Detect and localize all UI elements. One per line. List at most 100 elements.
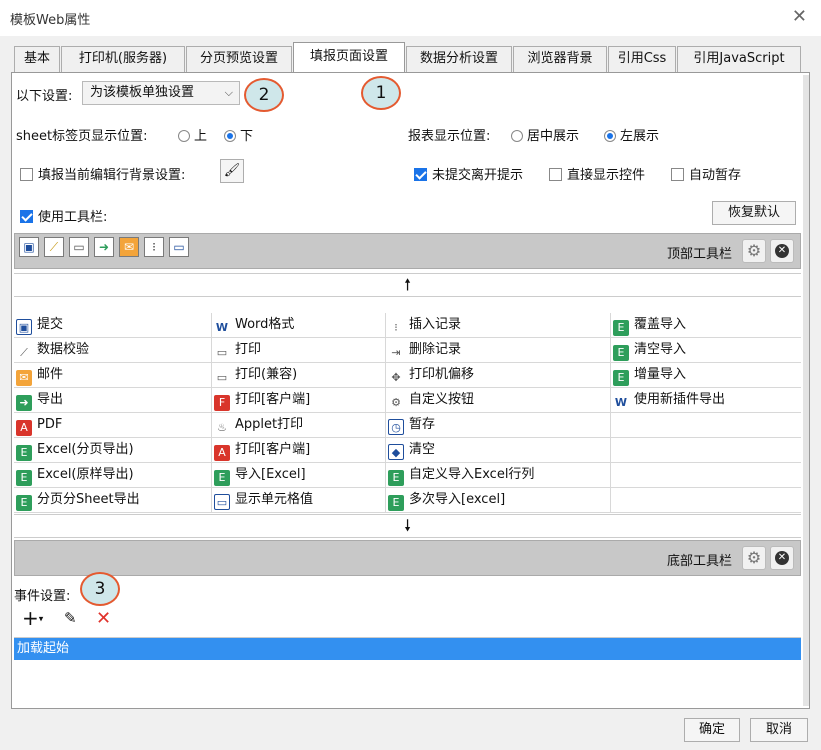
printer-icon: ▭ (216, 371, 228, 384)
tab-page-preview[interactable]: 分页预览设置 (186, 46, 292, 72)
row-background-checkbox[interactable]: 填报当前编辑行背景设置: (20, 164, 185, 183)
toolbar-option[interactable]: ➜ 导出 (14, 388, 211, 412)
pencil-icon: ✎ (64, 609, 77, 627)
toolbar-option[interactable]: A 打印[客户端] (211, 438, 385, 462)
vertical-scrollbar[interactable] (803, 75, 809, 706)
checkbox-label: 填报当前编辑行背景设置: (38, 168, 186, 183)
checkbox-checked-icon (414, 168, 427, 181)
toolbar-option[interactable]: ⟋ 数据校验 (14, 338, 211, 362)
toolbar-option-label: 删除记录 (409, 342, 462, 357)
use-toolbar-checkbox[interactable]: 使用工具栏: (20, 206, 107, 225)
bottom-toolbar-remove-button[interactable]: ✕ (770, 546, 794, 570)
toolbar-option[interactable]: E Excel(原样导出) (14, 463, 211, 487)
delete-row-icon: ⇥ (391, 346, 401, 359)
excel-icon: E (388, 495, 404, 511)
toolbar-option[interactable]: E 增量导入 (610, 363, 801, 387)
toolbar-option[interactable]: ◷ 暂存 (385, 413, 610, 437)
ok-button[interactable]: 确定 (684, 718, 740, 742)
toolbar-option[interactable]: E 导入[Excel] (211, 463, 385, 487)
arrow-up-icon: 🠕 (404, 275, 411, 294)
edit-event-button[interactable]: ✎ (64, 609, 77, 627)
toolbar-option[interactable]: ♨ Applet打印 (211, 413, 385, 437)
insert-row-icon[interactable]: ⁝ (144, 237, 164, 257)
toolbar-option[interactable]: ▣ 提交 (14, 313, 211, 337)
export-icon[interactable]: ➜ (94, 237, 114, 257)
toolbar-option[interactable]: ✉ 邮件 (14, 363, 211, 387)
printer-icon[interactable]: ▭ (69, 237, 89, 257)
tab-browser-background[interactable]: 浏览器背景 (513, 46, 607, 72)
report-center-radio[interactable]: 居中展示 (511, 125, 579, 144)
checkbox-label: 直接显示控件 (567, 168, 646, 183)
toolbar-option[interactable]: ◆ 清空 (385, 438, 610, 462)
toolbar-option-label: 导入[Excel] (235, 467, 306, 482)
tab-data-analysis[interactable]: 数据分析设置 (406, 46, 512, 72)
toolbar-option[interactable]: E 分页分Sheet导出 (14, 488, 211, 512)
toolbar-option[interactable]: ▭ 打印(兼容) (211, 363, 385, 387)
grid-row: A PDF ♨ Applet打印 ◷ 暂存 (14, 413, 801, 438)
toolbar-option[interactable]: E Excel(分页导出) (14, 438, 211, 462)
save-icon[interactable]: ▣ (19, 237, 39, 257)
toolbar-option[interactable]: ⁝ 插入记录 (385, 313, 610, 337)
report-left-radio[interactable]: 左展示 (604, 125, 659, 144)
tab-ref-javascript[interactable]: 引用JavaScript (677, 46, 801, 72)
toolbar-option[interactable]: E 自定义导入Excel行列 (385, 463, 610, 487)
unsubmitted-prompt-checkbox[interactable]: 未提交离开提示 (414, 164, 523, 183)
settings-mode-select[interactable]: 为该模板单独设置 ⌵ (82, 81, 240, 105)
grid-row: E 分页分Sheet导出 ▭ 显示单元格值 E 多次导入[excel] (14, 488, 801, 513)
sheet-position-top-radio[interactable]: 上 (178, 125, 207, 144)
move-icon: ✥ (391, 371, 401, 384)
tab-ref-css[interactable]: 引用Css (608, 46, 676, 72)
restore-default-button[interactable]: 恢复默认 (712, 201, 796, 225)
toolbar-option[interactable]: ⇥ 删除记录 (385, 338, 610, 362)
move-down-row[interactable]: 🠗 (14, 514, 801, 538)
close-circle-icon: ✕ (775, 244, 789, 258)
show-controls-checkbox[interactable]: 直接显示控件 (549, 164, 645, 183)
mail-icon[interactable]: ✉ (119, 237, 139, 257)
toolbar-option[interactable]: ▭ 打印 (211, 338, 385, 362)
cancel-button[interactable]: 取消 (750, 718, 808, 742)
toolbar-option-label: 清空 (409, 442, 436, 457)
word-icon: W (215, 321, 229, 334)
toolbar-option[interactable]: F 打印[客户端] (211, 388, 385, 412)
close-icon[interactable]: ✕ (792, 8, 807, 26)
delete-event-button[interactable]: ✕ (96, 608, 111, 629)
printer-icon: ▭ (216, 346, 228, 359)
toolbar-option[interactable]: ▭ 显示单元格值 (211, 488, 385, 512)
move-up-row[interactable]: 🠕 (14, 273, 801, 297)
toolbar-option-label: 插入记录 (409, 317, 462, 332)
tab-fill-page-settings[interactable]: 填报页面设置 (293, 42, 405, 72)
callout-2: 2 (244, 78, 284, 112)
toolbar-option[interactable]: E 清空导入 (610, 338, 801, 362)
toolbar-option[interactable]: E 多次导入[excel] (385, 488, 610, 512)
toolbar-option-label: 清空导入 (634, 342, 687, 357)
add-event-button[interactable]: +▾ (22, 606, 43, 630)
top-toolbar: ▣ ⟋ ▭ ➜ ✉ ⁝ ▭ 顶部工具栏 ⚙ ✕ (14, 233, 801, 269)
toolbar-option[interactable]: W 使用新插件导出 (610, 388, 801, 412)
checkbox-icon (671, 168, 684, 181)
event-item[interactable]: 加载起始 (14, 638, 801, 660)
toolbar-option[interactable]: W Word格式 (211, 313, 385, 337)
bottom-toolbar-label: 底部工具栏 (666, 554, 732, 569)
toolbar-option[interactable]: A PDF (14, 413, 211, 437)
bottom-toolbar-settings-button[interactable]: ⚙ (742, 546, 766, 570)
tab-printer-server[interactable]: 打印机(服务器) (61, 46, 185, 72)
arrow-down-icon: 🠗 (404, 516, 411, 535)
toolbar-option[interactable]: ⚙ 自定义按钮 (385, 388, 610, 412)
tab-basic[interactable]: 基本 (14, 46, 60, 72)
toolbar-option-label: 使用新插件导出 (634, 392, 726, 407)
top-toolbar-settings-button[interactable]: ⚙ (742, 239, 766, 263)
window-title: 模板Web属性 (10, 13, 91, 28)
toolbar-option-label: 打印机偏移 (409, 367, 475, 382)
sheet-position-bottom-radio[interactable]: 下 (224, 125, 253, 144)
check-wand-icon[interactable]: ⟋ (44, 237, 64, 257)
toolbar-option-label: Word格式 (235, 317, 295, 332)
cell-value-icon[interactable]: ▭ (169, 237, 189, 257)
paint-bucket-button[interactable]: 🖌 (220, 159, 244, 183)
title-bar: 模板Web属性 ✕ (0, 0, 821, 36)
top-toolbar-remove-button[interactable]: ✕ (770, 239, 794, 263)
event-list: 加载起始 (14, 637, 801, 705)
toolbar-option[interactable]: E 覆盖导入 (610, 313, 801, 337)
auto-save-checkbox[interactable]: 自动暂存 (671, 164, 741, 183)
toolbar-option[interactable]: ✥ 打印机偏移 (385, 363, 610, 387)
excel-icon: E (16, 445, 32, 461)
